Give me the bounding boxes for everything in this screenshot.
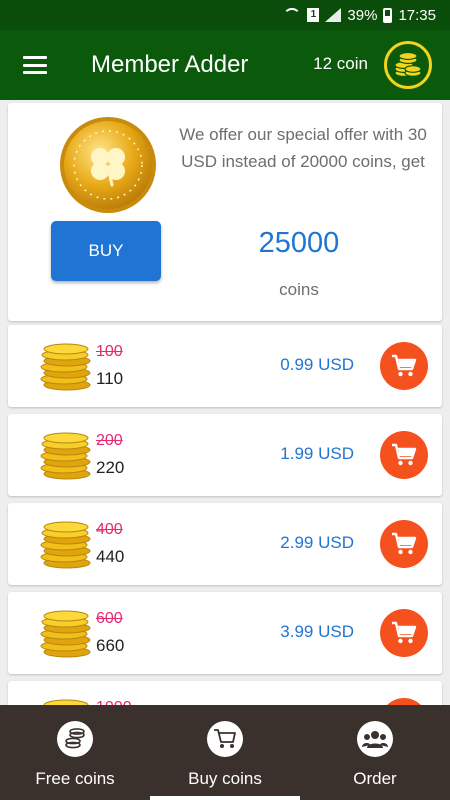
clock: 17:35 xyxy=(398,6,436,24)
nav-label: Free coins xyxy=(35,769,115,788)
group-icon xyxy=(357,721,393,757)
offer-description: We offer our special offer with 30 USD i… xyxy=(179,125,427,171)
nav-label: Order xyxy=(353,769,397,788)
app-title: Member Adder xyxy=(91,51,249,78)
cart-icon[interactable] xyxy=(380,609,428,657)
special-offer-card: BUY We offer our special offer with 30 U… xyxy=(8,103,442,321)
coin-stack-icon xyxy=(40,521,94,569)
cart-icon[interactable] xyxy=(380,431,428,479)
new-coin-amount: 220 xyxy=(96,458,125,477)
package-row[interactable]: 600 660 3.99 USD xyxy=(8,592,442,674)
package-price: 1.99 USD xyxy=(280,444,354,463)
package-price: 0.99 USD xyxy=(280,355,354,374)
offer-unit: coins xyxy=(279,280,319,299)
coin-stack-icon xyxy=(40,343,94,391)
coin-stack-icon xyxy=(40,610,94,658)
new-coin-amount: 440 xyxy=(96,547,125,566)
status-bar: 1 39% 17:35 xyxy=(0,0,450,30)
old-coin-amount: 100 xyxy=(96,343,123,360)
menu-icon[interactable] xyxy=(23,56,47,74)
bottom-navigation: Free coins Buy coins Order xyxy=(0,705,450,800)
buy-offer-button[interactable]: BUY xyxy=(51,221,161,281)
app-bar: Member Adder 12 coin xyxy=(0,30,450,100)
active-tab-indicator xyxy=(150,796,300,800)
nav-label: Buy coins xyxy=(188,769,262,788)
new-coin-amount: 110 xyxy=(96,369,124,388)
package-price: 2.99 USD xyxy=(280,533,354,552)
cart-icon xyxy=(207,721,243,757)
coins-icon xyxy=(57,721,93,757)
nav-order[interactable]: Order xyxy=(300,705,450,800)
old-coin-amount: 200 xyxy=(96,432,123,449)
old-coin-amount: 400 xyxy=(96,521,123,538)
coins-badge-icon[interactable] xyxy=(384,41,432,89)
nav-buy-coins[interactable]: Buy coins xyxy=(150,705,300,800)
battery-percent: 39% xyxy=(347,6,378,24)
battery-icon xyxy=(383,7,393,23)
signal-icon xyxy=(325,8,342,22)
cart-icon[interactable] xyxy=(380,520,428,568)
nav-free-coins[interactable]: Free coins xyxy=(0,705,150,800)
package-row[interactable]: 400 440 2.99 USD xyxy=(8,503,442,585)
clover-coin-icon xyxy=(60,117,156,213)
package-row[interactable]: 200 220 1.99 USD xyxy=(8,414,442,496)
offer-amount: 25000 xyxy=(258,227,340,259)
coin-stack-icon xyxy=(40,432,94,480)
old-coin-amount: 600 xyxy=(96,610,123,627)
wifi-icon xyxy=(283,8,302,22)
new-coin-amount: 660 xyxy=(96,636,125,655)
cart-icon[interactable] xyxy=(380,342,428,390)
package-price: 3.99 USD xyxy=(280,622,354,641)
coin-balance: 12 coin xyxy=(313,54,368,73)
sim-icon: 1 xyxy=(307,8,320,22)
package-row[interactable]: 100 110 0.99 USD xyxy=(8,325,442,407)
